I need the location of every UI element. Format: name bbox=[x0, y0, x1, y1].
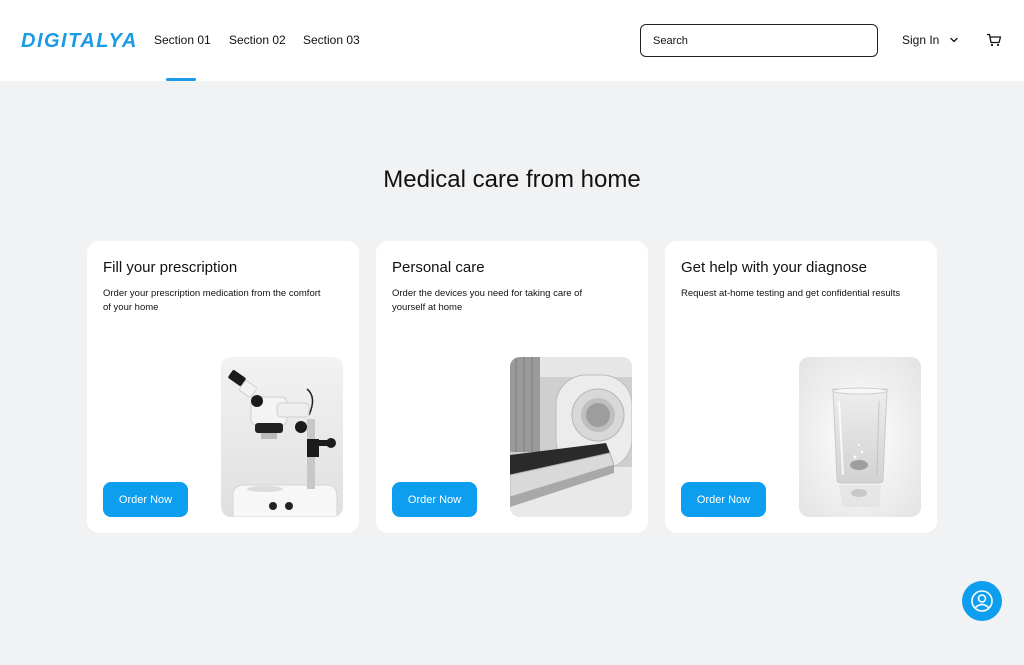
card-personal-care: Personal care Order the devices you need… bbox=[376, 241, 648, 533]
user-account-icon bbox=[971, 590, 993, 612]
order-now-button[interactable]: Order Now bbox=[392, 482, 477, 517]
page-headline: Medical care from home bbox=[383, 166, 641, 193]
card-description: Order the devices you need for taking ca… bbox=[392, 288, 583, 313]
user-account-button[interactable] bbox=[962, 581, 1002, 621]
sign-in-link[interactable]: Sign In bbox=[902, 33, 939, 47]
card-title: Get help with your diagnose bbox=[681, 259, 867, 276]
card-title: Fill your prescription bbox=[103, 259, 238, 276]
card-description: Request at-home testing and get confiden… bbox=[681, 288, 901, 299]
cart-icon[interactable] bbox=[986, 32, 1002, 48]
card-diagnose: Get help with your diagnose Request at-h… bbox=[665, 241, 937, 533]
mri-scanner-image bbox=[510, 357, 632, 517]
nav-section-01[interactable]: Section 01 bbox=[154, 33, 211, 47]
chevron-down-icon[interactable] bbox=[948, 34, 960, 46]
order-now-button[interactable]: Order Now bbox=[103, 482, 188, 517]
logo[interactable]: DIGITALYA bbox=[21, 30, 138, 53]
search-input[interactable] bbox=[641, 25, 877, 56]
card-prescription: Fill your prescription Order your prescr… bbox=[87, 241, 359, 533]
top-header: DIGITALYA Section 01 Section 02 Section … bbox=[0, 0, 1024, 81]
search-box bbox=[640, 24, 878, 57]
nav-section-02[interactable]: Section 02 bbox=[229, 33, 286, 47]
nav-section-03[interactable]: Section 03 bbox=[303, 33, 360, 47]
active-nav-indicator bbox=[166, 78, 196, 81]
microscope-image bbox=[221, 357, 343, 517]
order-now-button[interactable]: Order Now bbox=[681, 482, 766, 517]
glass-of-water-image bbox=[799, 357, 921, 517]
card-description: Order your prescription medication from … bbox=[103, 288, 321, 313]
card-title: Personal care bbox=[392, 259, 485, 276]
